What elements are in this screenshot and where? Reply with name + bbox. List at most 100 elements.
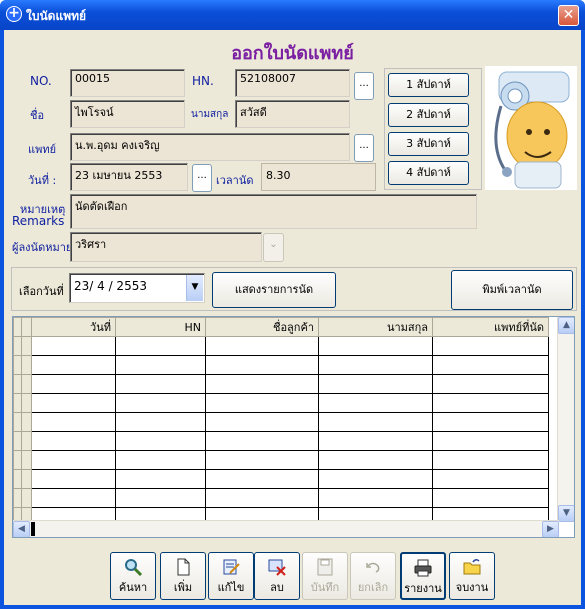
table-cell[interactable] — [205, 450, 319, 470]
table-cell[interactable] — [31, 488, 116, 508]
close-button[interactable]: ✕ — [558, 5, 579, 26]
no-field[interactable]: 00015 — [70, 69, 185, 97]
save-button[interactable]: บันทึก — [302, 552, 348, 600]
add-button[interactable]: เพิ่ม — [160, 552, 206, 600]
recorder-field[interactable]: วริศรา — [70, 232, 262, 262]
recorder-dropdown-button[interactable]: ⌄ — [263, 233, 284, 262]
search-button[interactable]: ค้นหา — [110, 552, 156, 600]
two-week-button[interactable]: 2 สัปดาห์ — [388, 103, 469, 127]
table-cell[interactable] — [31, 431, 116, 451]
table-row[interactable] — [13, 355, 549, 375]
table-cell[interactable] — [318, 336, 433, 356]
column-header-date[interactable]: วันที่ — [31, 317, 116, 337]
table-cell[interactable] — [115, 469, 206, 489]
table-cell[interactable] — [31, 469, 116, 489]
name-field[interactable]: ไพโรจน์ — [70, 100, 185, 128]
table-cell[interactable] — [432, 469, 549, 489]
show-appointments-button[interactable]: แสดงรายการนัด — [212, 272, 336, 308]
table-cell[interactable] — [432, 431, 549, 451]
dropdown-arrow-icon[interactable]: ▼ — [186, 275, 203, 301]
table-cell[interactable] — [31, 393, 116, 413]
print-time-button[interactable]: พิมพ์เวลานัด — [451, 270, 573, 310]
cancel-button[interactable]: ยกเลิก — [350, 552, 396, 600]
doctor-lookup-button[interactable]: ... — [354, 134, 374, 162]
appointment-grid[interactable]: วันที่ HN ชื่อลูกค้า นามสกุล แพทย์ที่นัด… — [12, 316, 575, 538]
table-cell[interactable] — [318, 469, 433, 489]
table-cell[interactable] — [432, 412, 549, 432]
table-cell[interactable] — [115, 355, 206, 375]
vertical-scrollbar[interactable]: ▲ ▼ — [557, 317, 574, 522]
row-header-corner — [13, 317, 22, 337]
table-cell[interactable] — [432, 450, 549, 470]
table-cell[interactable] — [115, 336, 206, 356]
table-cell[interactable] — [31, 412, 116, 432]
scroll-right-icon[interactable]: ▶ — [542, 521, 559, 537]
table-cell[interactable] — [115, 412, 206, 432]
hn-lookup-button[interactable]: ... — [354, 72, 374, 100]
date-picker-button[interactable]: ... — [192, 164, 212, 192]
table-cell[interactable] — [432, 355, 549, 375]
table-cell[interactable] — [205, 355, 319, 375]
four-week-button[interactable]: 4 สัปดาห์ — [388, 161, 469, 185]
table-row[interactable] — [13, 412, 549, 432]
table-cell[interactable] — [31, 355, 116, 375]
hn-field[interactable]: 52108007 — [235, 69, 350, 97]
table-cell[interactable] — [205, 336, 319, 356]
table-cell[interactable] — [205, 431, 319, 451]
one-week-button[interactable]: 1 สัปดาห์ — [388, 73, 469, 97]
table-cell[interactable] — [318, 412, 433, 432]
table-row[interactable] — [13, 488, 549, 508]
table-cell[interactable] — [318, 431, 433, 451]
table-row[interactable] — [13, 393, 549, 413]
report-button[interactable]: รายงาน — [400, 552, 446, 600]
table-cell[interactable] — [205, 374, 319, 394]
table-cell[interactable] — [115, 393, 206, 413]
table-row[interactable] — [13, 450, 549, 470]
table-cell[interactable] — [318, 393, 433, 413]
scroll-down-icon[interactable]: ▼ — [558, 505, 574, 522]
scroll-thumb[interactable] — [31, 522, 35, 536]
table-cell[interactable] — [115, 374, 206, 394]
doctor-field[interactable]: น.พ.อุดม คงเจริญ — [70, 133, 350, 161]
table-cell[interactable] — [115, 431, 206, 451]
table-cell[interactable] — [115, 450, 206, 470]
table-cell[interactable] — [432, 393, 549, 413]
table-cell[interactable] — [31, 450, 116, 470]
table-cell[interactable] — [318, 488, 433, 508]
table-cell[interactable] — [432, 336, 549, 356]
column-header-doctor[interactable]: แพทย์ที่นัด — [432, 317, 549, 337]
appointment-date-field[interactable]: 23 เมษายน 2553 — [70, 163, 188, 191]
edit-button[interactable]: แก้ไข — [208, 552, 254, 600]
row-header-cell — [13, 355, 22, 375]
undo-icon — [366, 562, 380, 573]
delete-button[interactable]: ลบ — [254, 552, 300, 600]
table-cell[interactable] — [115, 488, 206, 508]
table-cell[interactable] — [432, 374, 549, 394]
table-cell[interactable] — [205, 469, 319, 489]
remarks-field[interactable]: นัดตัดเฝือก — [70, 194, 477, 229]
scroll-left-icon[interactable]: ◀ — [13, 521, 30, 537]
table-cell[interactable] — [205, 393, 319, 413]
table-cell[interactable] — [205, 488, 319, 508]
time-field[interactable]: 8.30 — [261, 163, 376, 191]
table-cell[interactable] — [31, 336, 116, 356]
table-row[interactable] — [13, 336, 549, 356]
table-cell[interactable] — [318, 450, 433, 470]
table-row[interactable] — [13, 469, 549, 489]
scroll-up-icon[interactable]: ▲ — [558, 317, 574, 334]
filter-date-dropdown[interactable]: 23/ 4 / 2553 ▼ — [69, 273, 205, 303]
column-header-name[interactable]: ชื่อลูกค้า — [205, 317, 319, 337]
table-cell[interactable] — [318, 374, 433, 394]
column-header-surname[interactable]: นามสกุล — [318, 317, 433, 337]
table-row[interactable] — [13, 431, 549, 451]
column-header-hn[interactable]: HN — [115, 317, 206, 337]
table-row[interactable] — [13, 374, 549, 394]
table-cell[interactable] — [205, 412, 319, 432]
table-cell[interactable] — [432, 488, 549, 508]
table-cell[interactable] — [318, 355, 433, 375]
surname-field[interactable]: สวัสดี — [235, 100, 350, 128]
exit-button[interactable]: จบงาน — [449, 552, 495, 600]
horizontal-scrollbar[interactable]: ◀ ▶ — [13, 520, 559, 537]
three-week-button[interactable]: 3 สัปดาห์ — [388, 132, 469, 156]
table-cell[interactable] — [31, 374, 116, 394]
